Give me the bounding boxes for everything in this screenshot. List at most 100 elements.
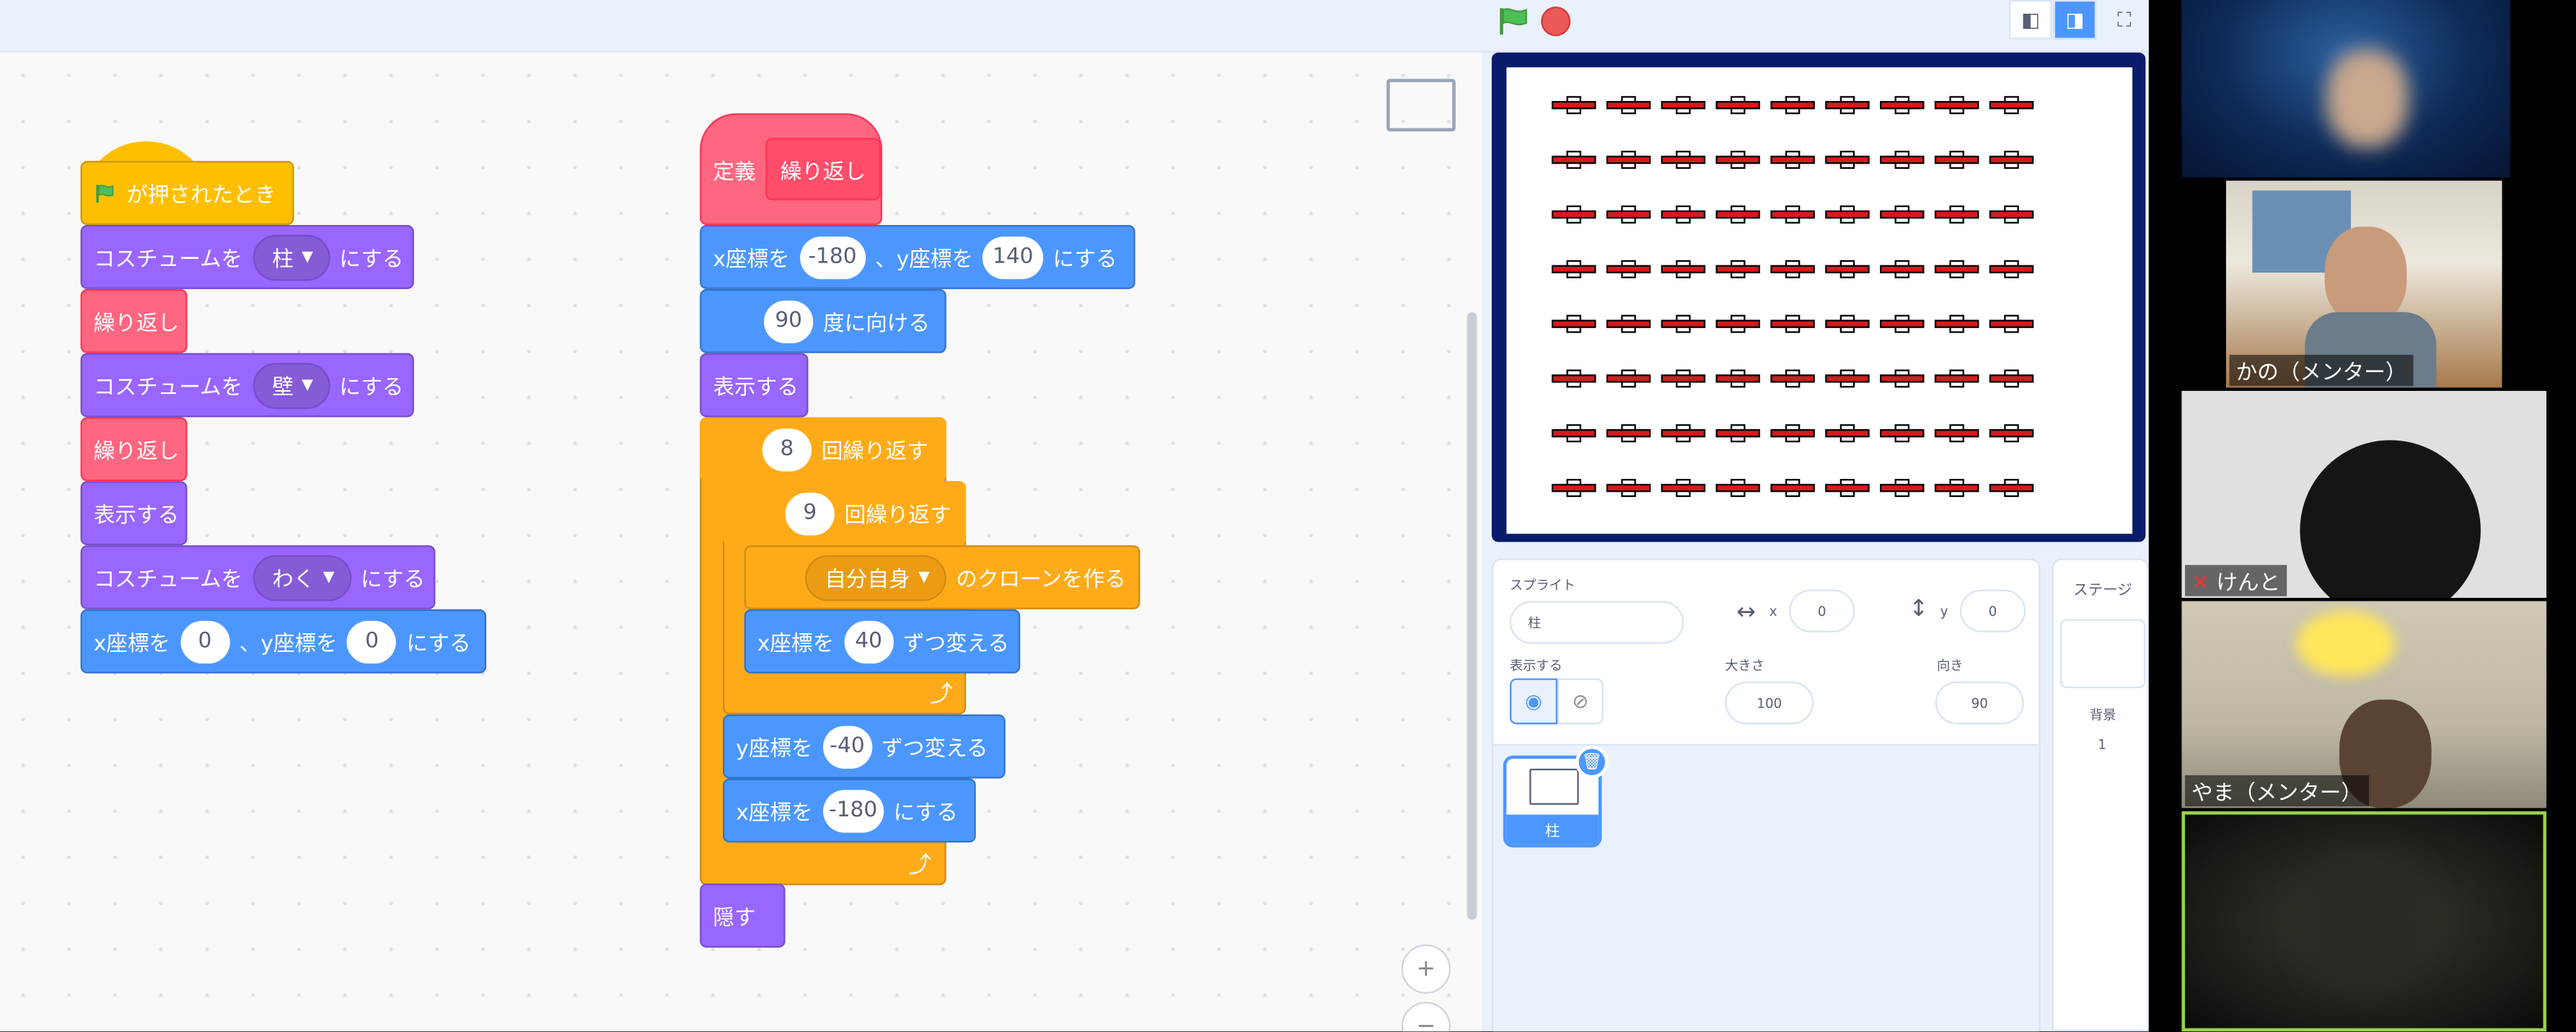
- sprite-info: スプライト 柱 ↔ x 0 ↕ y 0 表示する ◉ ⊘ 大きさ 100 向き …: [1493, 560, 2039, 746]
- block-label: にする: [406, 632, 471, 657]
- wall-clone: [1715, 479, 1761, 498]
- point-direction-block[interactable]: 90 度に向ける: [700, 288, 946, 353]
- change-x-block[interactable]: x座標を 40 ずつ変える: [744, 609, 1021, 674]
- y-input[interactable]: 0: [347, 619, 397, 663]
- direction-field[interactable]: 90: [1935, 682, 2024, 725]
- block-label: 繰り返し: [93, 312, 180, 337]
- show-label: 表示する: [1509, 658, 1562, 674]
- wall-clone: [1606, 205, 1651, 224]
- block-label: 表示する: [93, 504, 180, 529]
- y-input[interactable]: 140: [983, 235, 1043, 279]
- backdrop-thumbnail[interactable]: [2060, 619, 2146, 689]
- wall-clone: [1770, 96, 1815, 115]
- custom-block-call[interactable]: 繰り返し: [80, 417, 188, 482]
- x-field[interactable]: 0: [1789, 589, 1855, 632]
- participant-face: [2324, 226, 2407, 325]
- participant-video[interactable]: かの（メンター）: [2225, 180, 2502, 388]
- delete-sprite-button[interactable]: 🗑: [1575, 745, 1609, 779]
- code-area[interactable]: が押されたとき コスチュームを 柱 ▼ にする 繰り返し コスチュームを 壁 ▼ に…: [0, 52, 1482, 1032]
- block-label: ずつ変える: [902, 632, 1010, 657]
- wall-clone: [1552, 151, 1596, 169]
- change-x-input[interactable]: 40: [843, 619, 894, 663]
- wall-clone: [1770, 424, 1815, 443]
- goto-xy-block[interactable]: x座標を 0 、y座標を 0 にする: [80, 609, 487, 674]
- participant-face: [2326, 49, 2409, 148]
- clone-target-dropdown[interactable]: 自分自身 ▼: [804, 554, 946, 601]
- backdrop-label: 背景: [2089, 707, 2116, 723]
- costume-dropdown[interactable]: 壁 ▼: [252, 362, 330, 408]
- repeat-count-input[interactable]: 8: [762, 428, 812, 471]
- x-input[interactable]: 0: [180, 619, 230, 663]
- small-stage-button[interactable]: ◧: [2009, 0, 2052, 40]
- block-label: x座標を: [757, 632, 835, 657]
- participant-video-active[interactable]: [2181, 811, 2546, 1032]
- wall-clone: [1825, 96, 1870, 115]
- costume-dropdown[interactable]: 柱 ▼: [252, 234, 330, 281]
- hide-sprite-button[interactable]: ⊘: [1557, 678, 1604, 725]
- costume-dropdown[interactable]: わく ▼: [252, 554, 351, 601]
- switch-costume-block[interactable]: コスチュームを 柱 ▼ にする: [80, 225, 414, 289]
- y-field[interactable]: 0: [1959, 589, 2026, 632]
- switch-costume-block[interactable]: コスチュームを 壁 ▼ にする: [80, 353, 414, 418]
- wall-clone: [1770, 369, 1815, 388]
- participant-video[interactable]: ✕ けんと: [2181, 391, 2546, 598]
- repeat-count-input[interactable]: 9: [785, 492, 835, 535]
- stop-button[interactable]: [1541, 6, 1571, 37]
- wall-clone: [1934, 151, 1979, 169]
- set-x-block[interactable]: x座標を -180 にする: [723, 778, 976, 843]
- wall-clone: [1715, 369, 1761, 388]
- block-label: 度に向ける: [822, 312, 931, 337]
- when-flag-clicked-block[interactable]: が押されたとき: [80, 161, 294, 226]
- direction-input[interactable]: 90: [763, 299, 814, 343]
- sprite-preview-outline: [1386, 79, 1456, 132]
- wall-clone: [1606, 260, 1651, 278]
- wall-clone: [1715, 260, 1761, 278]
- sprite-name-field[interactable]: 柱: [1509, 601, 1684, 644]
- wall-clone: [1880, 479, 1925, 498]
- code-scrollbar[interactable]: [1467, 312, 1477, 920]
- stage-canvas: [1552, 96, 2034, 498]
- wall-clone: [1825, 151, 1870, 169]
- loop-arrow-icon: ⤴: [930, 682, 953, 708]
- wall-clone: [1606, 479, 1651, 498]
- size-field[interactable]: 100: [1725, 682, 1814, 725]
- goto-xy-block[interactable]: x座標を -180 、y座標を 140 にする: [700, 225, 1135, 289]
- set-x-input[interactable]: -180: [822, 789, 884, 832]
- normal-stage-button[interactable]: ◨: [2053, 0, 2096, 40]
- backdrop-count: 1: [2098, 737, 2106, 753]
- x-input[interactable]: -180: [799, 235, 866, 279]
- wall-clone: [1989, 96, 2034, 115]
- wall-clone: [1715, 151, 1761, 169]
- repeat-outer-block[interactable]: 8 回繰り返す: [700, 417, 946, 482]
- wall-clone: [1552, 424, 1596, 443]
- sprite-panel: スプライト 柱 ↔ x 0 ↕ y 0 表示する ◉ ⊘ 大きさ 100 向き …: [1491, 558, 2041, 1032]
- change-y-block[interactable]: y座標を -40 ずつ変える: [723, 714, 1006, 779]
- hide-block[interactable]: 隠す: [700, 883, 786, 948]
- switch-costume-block[interactable]: コスチュームを わく ▼ にする: [80, 545, 436, 609]
- y-label: y: [1940, 604, 1948, 619]
- repeat-inner-block[interactable]: 9 回繰り返す: [723, 481, 967, 546]
- stage[interactable]: [1506, 67, 2133, 534]
- show-sprite-button[interactable]: ◉: [1509, 678, 1557, 725]
- wall-clone: [1880, 260, 1925, 278]
- change-y-input[interactable]: -40: [822, 725, 872, 768]
- custom-block-call[interactable]: 繰り返し: [80, 288, 188, 353]
- wall-clone: [1606, 424, 1651, 443]
- wall-clone: [1880, 151, 1925, 169]
- show-block[interactable]: 表示する: [700, 353, 809, 418]
- wall-clone: [1606, 314, 1651, 333]
- participant-video[interactable]: [2181, 0, 2510, 177]
- direction-label: 向き: [1937, 658, 1964, 674]
- show-block[interactable]: 表示する: [80, 481, 188, 546]
- wall-clone: [1661, 424, 1706, 443]
- participant-name: ✕ けんと: [2184, 565, 2287, 596]
- zoom-in-button[interactable]: +: [1401, 944, 1451, 994]
- participant-video[interactable]: やま（メンター）: [2181, 601, 2546, 808]
- wall-clone: [1880, 424, 1925, 443]
- block-label: 隠す: [713, 907, 756, 932]
- green-flag-icon[interactable]: [1495, 6, 1531, 36]
- create-clone-block[interactable]: 自分自身 ▼ のクローンを作る: [744, 545, 1140, 609]
- fullscreen-button[interactable]: ⛶: [2103, 0, 2145, 40]
- define-block[interactable]: 定義 繰り返し: [700, 113, 882, 226]
- wall-clone: [1934, 260, 1979, 278]
